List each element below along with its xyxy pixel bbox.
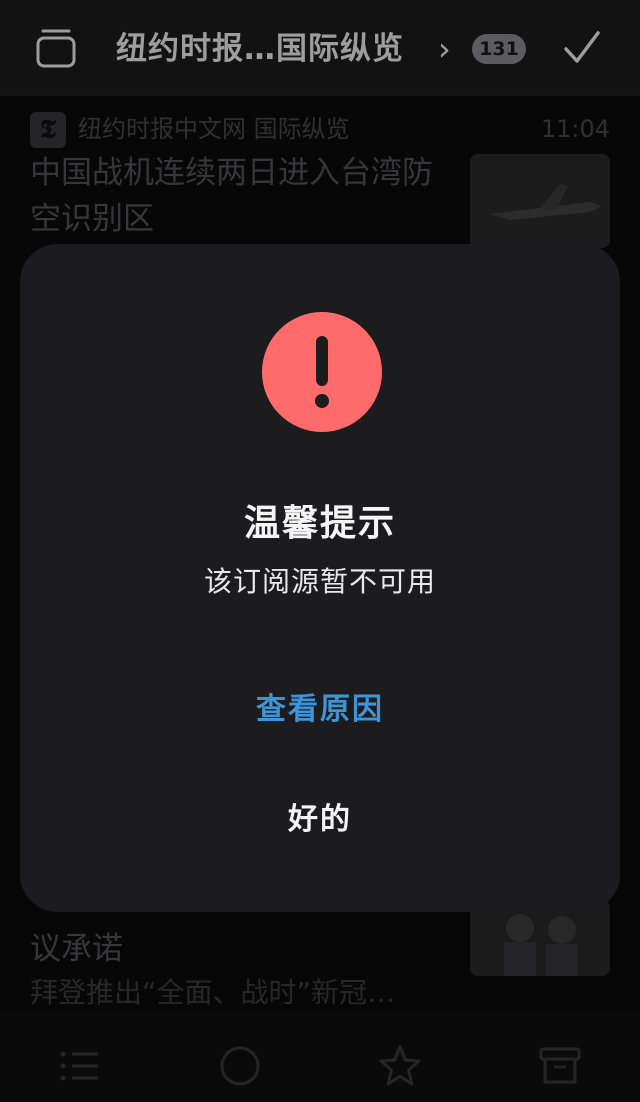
ok-button[interactable]: 好的 xyxy=(170,790,470,850)
view-reason-button[interactable]: 查看原因 xyxy=(170,680,470,740)
app-screen: 纽约时报…国际纵览 › 131 𝕿 纽约时报中文网 国际纵览 11:04 中国战… xyxy=(0,0,640,1102)
dialog-message: 该订阅源暂不可用 xyxy=(203,565,436,598)
exclamation-icon xyxy=(262,312,382,432)
exclamation-dot xyxy=(315,394,329,408)
exclamation-bar xyxy=(316,336,328,386)
alert-dialog: 温馨提示 该订阅源暂不可用 查看原因 好的 xyxy=(20,244,620,912)
dialog-title: 温馨提示 xyxy=(243,503,396,544)
